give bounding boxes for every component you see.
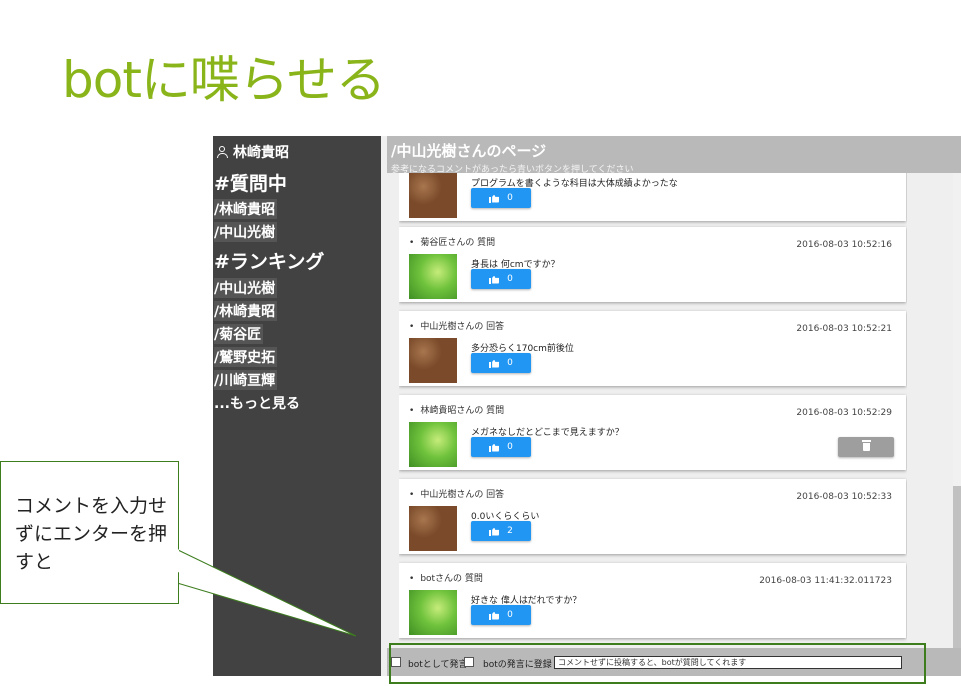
post-card: 中山光樹さんの 回答 2016-08-03 10:52:21 多分恐らく170c… — [399, 311, 906, 386]
thumb-up-icon — [489, 194, 499, 203]
callout-text: コメントを入力せずにエンターを押すと — [15, 495, 168, 573]
like-button[interactable]: 0 — [471, 269, 531, 289]
post-card: 中山光樹さんの 回答 2016-08-03 10:52:33 0.0いくらくらい… — [399, 479, 906, 554]
avatar — [409, 506, 457, 551]
page-title: /中山光樹さんのページ — [391, 142, 547, 160]
avatar — [409, 338, 457, 383]
avatar — [409, 422, 457, 467]
app-window: 林崎貴昭 #質問中 /林崎貴昭 /中山光樹 #ランキング /中山光樹 /林崎貴昭… — [213, 136, 961, 676]
user-icon — [217, 146, 228, 158]
like-count: 0 — [507, 442, 513, 452]
thumb-up-icon — [489, 611, 499, 620]
post-card: botさんの 質問 2016-08-03 11:41:32.011723 好きな… — [399, 563, 906, 638]
thumb-up-icon — [489, 443, 499, 452]
thumb-up-icon — [489, 527, 499, 536]
thumb-up-icon — [489, 359, 499, 368]
ranking-heading: #ランキング — [214, 251, 325, 273]
post-timestamp: 2016-08-03 11:41:32.011723 — [759, 576, 892, 586]
avatar — [409, 173, 457, 218]
sidebar-link-questioning-2[interactable]: /中山光樹 — [214, 222, 278, 242]
like-button[interactable]: 0 — [471, 437, 531, 457]
sidebar-link-questioning-1[interactable]: /林崎貴昭 — [214, 199, 278, 219]
post-author: botさんの 質問 — [409, 571, 483, 584]
post-card: 菊谷匠さんの 質問 2016-08-03 10:52:16 身長は 何cmですか… — [399, 227, 906, 302]
trash-icon — [861, 440, 871, 451]
sidebar: 林崎貴昭 #質問中 /林崎貴昭 /中山光樹 #ランキング /中山光樹 /林崎貴昭… — [213, 136, 381, 676]
post-author: 中山光樹さんの 回答 — [409, 319, 504, 332]
current-user[interactable]: 林崎貴昭 — [217, 142, 289, 162]
post-author: 中山光樹さんの 回答 — [409, 487, 504, 500]
current-user-name: 林崎貴昭 — [233, 145, 289, 161]
callout-box: コメントを入力せずにエンターを押すと — [0, 461, 179, 604]
post-card: プログラムを書くような科目は大体成績よかったな 0 — [399, 173, 906, 221]
scrollbar-thumb[interactable] — [953, 486, 961, 648]
sidebar-link-ranking-4[interactable]: /鷲野史拓 — [214, 347, 278, 367]
sidebar-link-ranking-5[interactable]: /川崎亘輝 — [214, 370, 278, 390]
highlight-box — [389, 643, 926, 684]
sidebar-link-ranking-2[interactable]: /林崎貴昭 — [214, 301, 278, 321]
avatar — [409, 254, 457, 299]
like-button[interactable]: 2 — [471, 521, 531, 541]
thumb-up-icon — [489, 275, 499, 284]
like-count: 2 — [507, 526, 513, 536]
like-count: 0 — [507, 358, 513, 368]
like-count: 0 — [507, 610, 513, 620]
post-card: 林崎貴昭さんの 質問 2016-08-03 10:52:29 メガネなしだとどこ… — [399, 395, 906, 470]
post-timestamp: 2016-08-03 10:52:29 — [796, 408, 892, 418]
like-count: 0 — [507, 274, 513, 284]
avatar — [409, 590, 457, 635]
post-feed: プログラムを書くような科目は大体成績よかったな 0 菊谷匠さんの 質問 2016… — [399, 173, 907, 648]
like-button[interactable]: 0 — [471, 353, 531, 373]
post-author: 林崎貴昭さんの 質問 — [409, 403, 504, 416]
like-button[interactable]: 0 — [471, 188, 531, 208]
sidebar-link-ranking-3[interactable]: /菊谷匠 — [214, 324, 264, 344]
delete-button[interactable] — [838, 437, 894, 457]
show-more-link[interactable]: ...もっと見る — [214, 393, 300, 413]
like-count: 0 — [507, 193, 513, 203]
post-author: 菊谷匠さんの 質問 — [409, 235, 495, 248]
like-button[interactable]: 0 — [471, 605, 531, 625]
post-timestamp: 2016-08-03 10:52:33 — [796, 492, 892, 502]
sidebar-link-ranking-1[interactable]: /中山光樹 — [214, 278, 278, 298]
post-timestamp: 2016-08-03 10:52:16 — [796, 240, 892, 250]
post-timestamp: 2016-08-03 10:52:21 — [796, 324, 892, 334]
slide-title: botに喋らせる — [62, 51, 386, 109]
page-header: /中山光樹さんのページ 参考になるコメントがあったら青いボタンを押してください — [387, 136, 961, 175]
questioning-heading: #質問中 — [214, 173, 287, 195]
